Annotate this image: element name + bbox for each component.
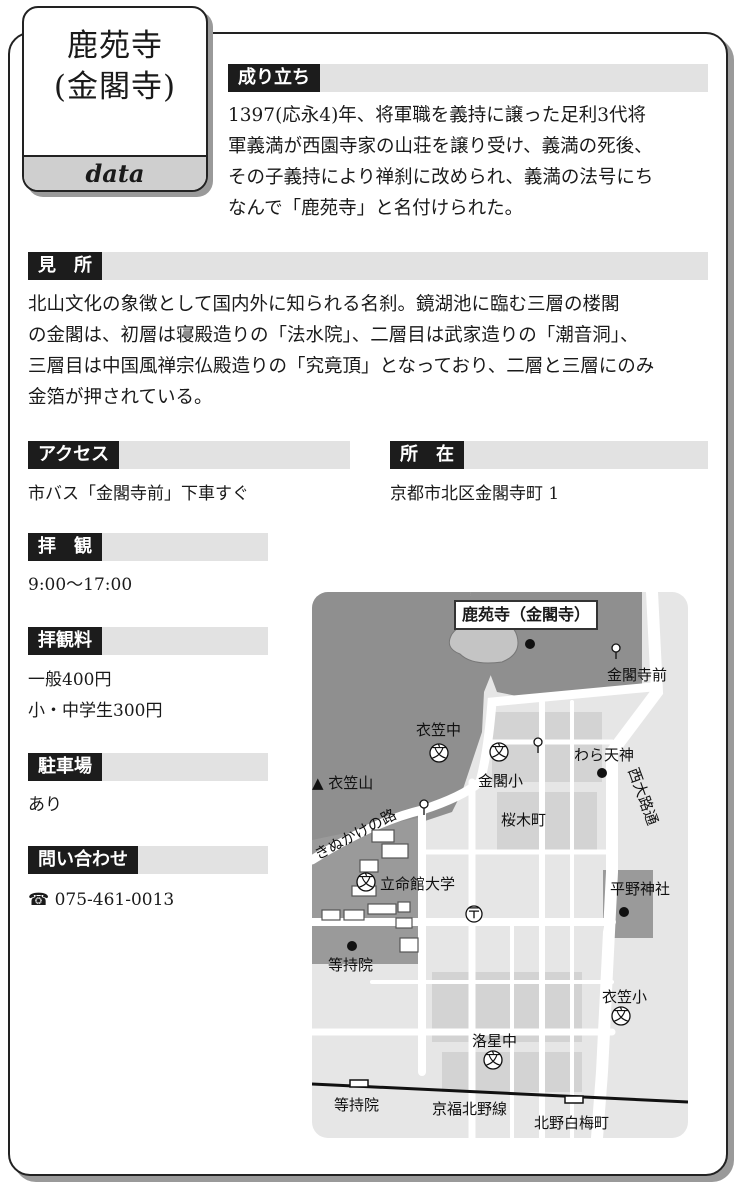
area-map: 文文文 文文 〒 金閣寺前 衣笠中 金閣小 わら天神 ▲ 衣笠山 桜木町 立命館…: [312, 592, 688, 1138]
location-heading: 所 在: [390, 441, 464, 469]
label-kinugasa-jh: 衣笠中: [416, 721, 461, 739]
svg-text:文: 文: [431, 743, 446, 761]
contact-phone: ☎ 075-461-0013: [28, 890, 175, 910]
access-text: 市バス「金閣寺前」下車すぐ: [28, 484, 249, 504]
origin-heading: 成り立ち: [228, 64, 320, 92]
location-text: 京都市北区金閣寺町 1: [390, 484, 560, 504]
fee-heading: 拝観料: [28, 627, 102, 655]
highlights-heading: 見 所: [28, 252, 102, 280]
label-kinkaku-es: 金閣小: [478, 772, 523, 790]
hirano-marker: [619, 907, 629, 917]
post-office-glyph: 〒: [466, 904, 481, 922]
temple-name-alt: (金閣寺): [53, 69, 177, 105]
access-heading: アクセス: [28, 441, 120, 469]
origin-line: その子義持により禅刹に改められ、義満の法号にち: [228, 167, 654, 188]
origin-line: 1397(応永4)年、将軍職を義持に譲った足利3代将: [228, 105, 647, 126]
label-kinkakuji-mae: 金閣寺前: [607, 666, 667, 684]
hours-heading-bar: 拝 観: [28, 533, 268, 561]
origin-line: なんで「鹿苑寺」と名付けられた。: [228, 198, 524, 219]
origin-text: 1397(応永4)年、将軍職を義持に譲った足利3代将 軍義満が西園寺家の山荘を譲…: [228, 100, 718, 224]
fee-students: 小・中学生300円: [28, 701, 163, 721]
label-tojiin-station: 等持院: [334, 1096, 379, 1114]
label-kitano-station: 北野白梅町: [534, 1114, 609, 1132]
label-hirano: 平野神社: [610, 880, 670, 898]
fee-heading-bar: 拝観料: [28, 627, 268, 655]
origin-heading-bar: 成り立ち: [228, 64, 708, 92]
label-warabi: わら天神: [574, 746, 634, 764]
highlights-line: 金箔が押されている。: [28, 387, 213, 408]
svg-text:文: 文: [491, 742, 506, 760]
label-nishioji: 西大路通: [624, 765, 661, 828]
svg-text:文: 文: [485, 1050, 500, 1068]
title-box: 鹿苑寺 (金閣寺) data: [22, 6, 208, 192]
highlights-line: 北山文化の象徴として国内外に知られる名刹。鏡湖池に臨む三層の楼閣: [28, 294, 620, 315]
label-tojiin: 等持院: [328, 956, 373, 974]
contact-heading-bar: 問い合わせ: [28, 846, 268, 874]
temple-name-main: 鹿苑寺: [67, 28, 163, 64]
data-label: data: [24, 155, 206, 190]
label-kinugasa-mt: ▲ 衣笠山: [312, 774, 373, 792]
map-svg: 文文文 文文 〒 金閣寺前 衣笠中 金閣小 わら天神 ▲ 衣笠山 桜木町 立命館…: [312, 592, 688, 1138]
label-ritsumeikan: 立命館大学: [380, 875, 455, 893]
label-keifuku: 京福北野線: [432, 1100, 507, 1118]
label-sakuragi: 桜木町: [501, 811, 546, 829]
location-heading-bar: 所 在: [390, 441, 708, 469]
label-kinugasa-es: 衣笠小: [602, 988, 647, 1006]
access-heading-bar: アクセス: [28, 441, 350, 469]
map-title: 鹿苑寺（金閣寺）: [454, 600, 599, 630]
contact-heading: 問い合わせ: [28, 846, 138, 874]
tojiin-station-marker: [349, 1079, 369, 1088]
parking-heading-bar: 駐車場: [28, 753, 268, 781]
highlights-line: の金閣は、初層は寝殿造りの「法水院」、二層目は武家造りの「潮音洞」、: [28, 325, 639, 346]
parking-text: あり: [28, 795, 62, 815]
svg-text:文: 文: [358, 872, 373, 890]
temple-name: 鹿苑寺 (金閣寺): [24, 26, 206, 108]
kinkakuji-marker: [525, 639, 535, 649]
hours-text: 9:00〜17:00: [28, 575, 133, 595]
hours-heading: 拝 観: [28, 533, 102, 561]
highlights-heading-bar: 見 所: [28, 252, 708, 280]
kitano-station-marker: [564, 1095, 584, 1104]
svg-text:文: 文: [613, 1006, 628, 1024]
tojiin-marker: [347, 941, 357, 951]
label-rakusei: 洛星中: [472, 1032, 517, 1050]
fee-general: 一般400円: [28, 670, 112, 690]
highlights-text: 北山文化の象徴として国内外に知られる名刹。鏡湖池に臨む三層の楼閣 の金閣は、初層…: [28, 289, 718, 413]
parking-heading: 駐車場: [28, 753, 102, 781]
highlights-line: 三層目は中国風禅宗仏殿造りの「究竟頂」となっており、二層と三層にのみ: [28, 356, 655, 377]
origin-line: 軍義満が西園寺家の山荘を譲り受け、義満の死後、: [228, 136, 653, 157]
warabi-marker: [597, 768, 607, 778]
